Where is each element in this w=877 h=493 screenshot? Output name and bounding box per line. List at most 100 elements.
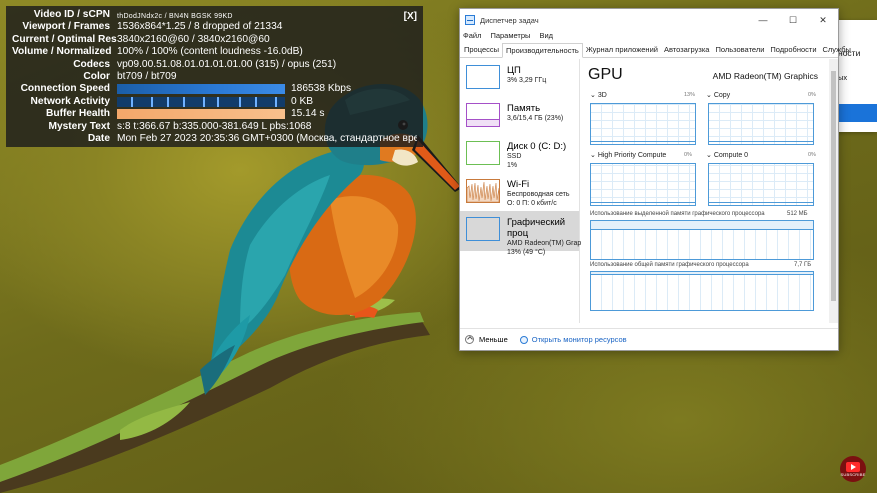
gpu-model: AMD Radeon(TM) Graphics — [712, 71, 818, 81]
stats-row-codecs: Codecs vp09.00.51.08.01.01.01.01.00 (315… — [12, 59, 417, 71]
footer-bar: Меньше Открыть монитор ресурсов — [460, 328, 838, 350]
engine-labels-row-1: ⌄ 3D 13% ⌄ Copy 0% — [588, 91, 828, 101]
subscribe-watermark[interactable]: SUBSCRIBE — [840, 456, 866, 482]
dialog-primary-button[interactable] — [836, 104, 877, 122]
sidebar-item-detail: 3% 3,29 ГГц — [507, 77, 547, 84]
vertical-scrollbar[interactable] — [829, 59, 838, 323]
sidebar-item-label: ЦП — [507, 65, 521, 76]
sidebar-item-cpu[interactable]: ЦП 3% 3,29 ГГц — [460, 59, 579, 97]
stats-label: Volume / Normalized — [12, 46, 112, 58]
watermark-label: SUBSCRIBE — [840, 471, 866, 477]
sidebar-item-label: Память — [507, 103, 541, 114]
sidebar-item-detail: О: 0 П: 0 кбит/с — [507, 200, 557, 207]
scrollbar-thumb[interactable] — [831, 71, 836, 301]
sidebar-item-label: Wi-Fi — [507, 179, 530, 190]
dedicated-memory-label: Использование выделенной памяти графичес… — [590, 211, 765, 217]
network-activity-graph — [117, 96, 285, 107]
engine-graph-copy — [708, 103, 814, 145]
partial-dialog: ности ых — [835, 20, 877, 132]
engine-name: 3D — [597, 92, 607, 99]
engine-percent: 13% — [684, 92, 696, 98]
stats-row-volume: Volume / Normalized 100% / 100% (content… — [12, 46, 417, 58]
sidebar-item-label: Графический проц — [507, 217, 566, 239]
open-resource-monitor-link[interactable]: Открыть монитор ресурсов — [532, 335, 627, 344]
engine-selector-high-priority-compute[interactable]: ⌄ High Priority Compute — [590, 151, 666, 159]
stats-value: 3840x2160@60 / 3840x2160@60 — [117, 33, 270, 45]
stats-row-mystery-text: Mystery Text s:8 t:366.67 b:335.000-381.… — [12, 121, 417, 133]
tab-details[interactable]: Подробности — [767, 43, 819, 57]
stats-label: Date — [87, 132, 110, 144]
engine-selector-3d[interactable]: ⌄ 3D — [590, 91, 607, 99]
close-button[interactable]: ✕ — [808, 15, 838, 26]
sidebar-item-detail: 3,6/15,4 ГБ (23%) — [507, 115, 564, 122]
stats-close-button[interactable]: [X] — [404, 11, 417, 23]
engine-percent: 0% — [808, 92, 816, 98]
tab-strip: Процессы Производительность Журнал прило… — [460, 43, 851, 58]
stats-value: thDodJNdx2c / BN4N BGSK 99KD — [117, 13, 233, 20]
engine-selector-copy[interactable]: ⌄ Copy — [706, 91, 730, 99]
sidebar-item-detail: AMD Radeon(TM) Grap — [507, 240, 582, 247]
resource-monitor-icon — [519, 335, 528, 344]
buffer-health-graph — [117, 109, 285, 120]
menu-file[interactable]: Файл — [463, 31, 481, 43]
tab-services[interactable]: Службы — [820, 43, 854, 57]
stats-value: 100% / 100% (content loudness -16.0dB) — [117, 46, 303, 58]
dialog-text-fragment: ых — [838, 73, 848, 82]
tab-startup[interactable]: Автозагрузка — [661, 43, 713, 57]
engine-selector-compute-0[interactable]: ⌄ Compute 0 — [706, 151, 748, 159]
menu-bar: Файл Параметры Вид — [460, 31, 838, 43]
menu-view[interactable]: Вид — [539, 31, 553, 43]
sidebar-item-detail: 1% — [507, 162, 518, 169]
engine-graph-3d — [590, 103, 696, 145]
sidebar-item-detail: SSD — [507, 153, 522, 160]
stats-label: Buffer Health — [46, 108, 110, 120]
stats-label: Current / Optimal Res — [12, 33, 117, 45]
stats-for-nerds-panel: [X] Video ID / sCPN thDodJNdx2c / BN4N B… — [6, 6, 423, 147]
sidebar-item-disk[interactable]: Диск 0 (C: D:) SSD 1% — [460, 135, 579, 173]
stats-row-video-id: Video ID / sCPN thDodJNdx2c / BN4N BGSK … — [12, 9, 417, 21]
stats-label: Color — [83, 70, 110, 82]
stats-row-network-activity: Network Activity 0 KB — [12, 96, 417, 108]
gpu-header: GPU AMD Radeon(TM) Graphics — [588, 59, 838, 85]
cpu-thumbnail-graph — [466, 65, 500, 89]
maximize-button[interactable]: ☐ — [778, 15, 808, 26]
fewer-details-button[interactable]: Меньше — [479, 335, 508, 344]
title-bar[interactable]: Диспетчер задач — ☐ ✕ — [460, 9, 838, 31]
disk-thumbnail-graph — [466, 141, 500, 165]
sidebar-item-gpu[interactable]: Графический проц AMD Radeon(TM) Grap 13%… — [460, 211, 582, 256]
memory-thumbnail-graph — [466, 103, 500, 127]
minimize-button[interactable]: — — [748, 15, 778, 26]
tab-performance[interactable]: Производительность — [502, 43, 583, 58]
tab-users[interactable]: Пользователи — [712, 43, 767, 57]
gpu-heading: GPU — [588, 66, 623, 83]
engine-percent: 0% — [684, 152, 692, 158]
stats-value: s:8 t:366.67 b:335.000-381.649 L pbs:106… — [117, 120, 312, 132]
engine-graph-high-priority-compute — [590, 163, 696, 206]
stats-value: bt709 / bt709 — [117, 70, 177, 82]
stats-row-resolution: Current / Optimal Res 3840x2160@60 / 384… — [12, 34, 417, 46]
tab-app-history[interactable]: Журнал приложений — [583, 43, 661, 57]
stats-row-viewport: Viewport / Frames 1536x864*1.25 / 8 drop… — [12, 21, 417, 33]
stats-label: Network Activity — [30, 95, 110, 107]
stats-value: 1536x864*1.25 / 8 dropped of 21334 — [117, 21, 283, 33]
stats-label: Codecs — [73, 58, 110, 70]
shared-memory-label: Использование общей памяти графического … — [590, 262, 749, 268]
collapse-icon[interactable] — [465, 335, 474, 344]
engine-labels-row-2: ⌄ High Priority Compute 0% ⌄ Compute 0 0… — [588, 151, 828, 161]
engine-graph-compute-0 — [708, 163, 814, 206]
gpu-detail-panel: GPU AMD Radeon(TM) Graphics ⌄ 3D 13% ⌄ C… — [588, 59, 838, 323]
sidebar-item-detail: Беспроводная сеть — [507, 191, 570, 198]
shared-memory-graph — [590, 271, 814, 311]
task-manager-icon — [465, 15, 475, 25]
stats-row-connection-speed: Connection Speed 186538 Kbps — [12, 83, 417, 95]
sidebar-item-memory[interactable]: Память 3,6/15,4 ГБ (23%) — [460, 97, 579, 135]
engine-name: Compute 0 — [713, 152, 749, 159]
menu-options[interactable]: Параметры — [490, 31, 530, 43]
performance-pane: ЦП 3% 3,29 ГГц Память 3,6/15,4 ГБ (23%) … — [460, 59, 838, 323]
sidebar-item-wifi[interactable]: Wi-Fi Беспроводная сеть О: 0 П: 0 кбит/с — [460, 173, 579, 211]
engine-name: High Priority Compute — [597, 152, 667, 159]
sidebar-item-detail: 13% (49 °C) — [507, 249, 546, 256]
stats-value: 0 KB — [291, 95, 314, 107]
resource-sidebar: ЦП 3% 3,29 ГГц Память 3,6/15,4 ГБ (23%) … — [460, 59, 582, 323]
tab-processes[interactable]: Процессы — [461, 43, 502, 57]
